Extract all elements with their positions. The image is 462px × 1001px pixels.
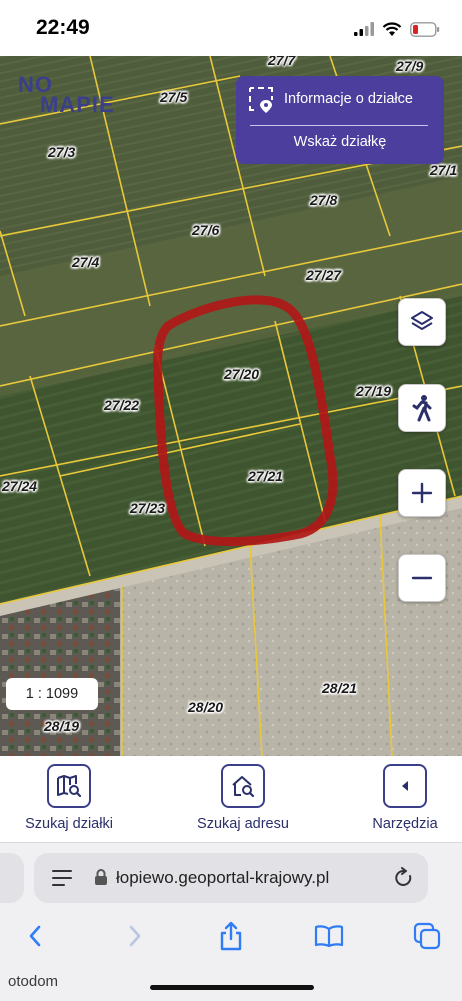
status-bar: 22:49 bbox=[0, 0, 462, 56]
divider bbox=[250, 125, 428, 126]
browser-chrome: łopiewo.geoportal-krajowy.pl otodom bbox=[0, 842, 462, 1001]
status-time: 22:49 bbox=[36, 16, 90, 39]
minus-icon bbox=[411, 576, 433, 580]
parcel-label[interactable]: 27/9 bbox=[396, 58, 423, 74]
parcel-label[interactable]: 27/21 bbox=[248, 468, 283, 484]
parcel-info-button[interactable]: Informacje o działce bbox=[236, 76, 444, 124]
tools-button[interactable]: Narzędzia bbox=[340, 764, 462, 832]
home-row: otodom bbox=[0, 967, 462, 1001]
search-parcel-label: Szukaj działki bbox=[25, 816, 113, 832]
info-title: Informacje o działce bbox=[284, 91, 413, 107]
parcel-label[interactable]: 27/3 bbox=[48, 144, 75, 160]
parcel-label[interactable]: 27/5 bbox=[160, 89, 187, 105]
app-logo: NO MAPIE bbox=[18, 72, 114, 117]
forward-button[interactable] bbox=[118, 919, 152, 953]
streetview-button[interactable] bbox=[398, 384, 446, 432]
previous-tab-edge[interactable] bbox=[0, 853, 24, 903]
tools-label: Narzędzia bbox=[372, 816, 438, 832]
parcel-info-panel: Informacje o działce Wskaż działkę bbox=[236, 76, 444, 164]
point-parcel-link[interactable]: Wskaż działkę bbox=[236, 134, 444, 150]
parcel-label[interactable]: 27/6 bbox=[192, 222, 219, 238]
lock-icon bbox=[95, 869, 107, 885]
browser-nav bbox=[0, 917, 462, 957]
battery-icon bbox=[410, 21, 440, 37]
home-indicator[interactable] bbox=[150, 985, 314, 990]
chevron-left-icon bbox=[29, 925, 41, 947]
layers-icon bbox=[411, 311, 433, 330]
parcel-label[interactable]: 28/20 bbox=[188, 699, 223, 715]
parcel-label[interactable]: 27/19 bbox=[356, 383, 391, 399]
tabs-icon bbox=[413, 922, 441, 950]
share-button[interactable] bbox=[214, 919, 248, 953]
search-address-button[interactable]: Szukaj adresu bbox=[178, 764, 308, 832]
back-button[interactable] bbox=[18, 919, 52, 953]
plus-icon bbox=[411, 482, 433, 504]
layers-button[interactable] bbox=[398, 298, 446, 346]
parcel-label[interactable]: 27/24 bbox=[2, 478, 37, 494]
tabs-button[interactable] bbox=[410, 919, 444, 953]
tools-icon-box bbox=[383, 764, 427, 808]
map-scale: 1 : 1099 bbox=[6, 678, 98, 710]
zoom-out-button[interactable] bbox=[398, 554, 446, 602]
parcel-label[interactable]: 27/23 bbox=[130, 500, 165, 516]
search-address-label: Szukaj adresu bbox=[197, 816, 289, 832]
pedestrian-icon bbox=[412, 395, 432, 422]
book-icon bbox=[314, 925, 344, 948]
parcel-label[interactable]: 27/8 bbox=[310, 192, 337, 208]
parcel-label[interactable]: 28/19 bbox=[44, 718, 79, 734]
address-bar[interactable]: łopiewo.geoportal-krajowy.pl bbox=[34, 853, 428, 903]
reload-icon[interactable] bbox=[394, 867, 414, 889]
share-icon bbox=[220, 921, 242, 951]
search-map-icon-box bbox=[47, 764, 91, 808]
bookmarks-button[interactable] bbox=[312, 919, 346, 953]
signal-icon bbox=[354, 22, 374, 36]
parcel-label[interactable]: 27/7 bbox=[268, 56, 295, 68]
map-search-icon bbox=[57, 775, 82, 798]
zoom-in-button[interactable] bbox=[398, 469, 446, 517]
home-search-icon bbox=[232, 776, 255, 798]
reader-icon[interactable] bbox=[52, 869, 72, 887]
otodom-watermark: otodom bbox=[8, 973, 59, 990]
parcel-label[interactable]: 27/1 bbox=[430, 162, 457, 178]
logo-line2: MAPIE bbox=[40, 92, 115, 117]
search-parcel-button[interactable]: Szukaj działki bbox=[4, 764, 134, 832]
parcel-label[interactable]: 27/20 bbox=[224, 366, 259, 382]
bottom-toolbar: Szukaj działki Szukaj adresu Narzędzia bbox=[0, 756, 462, 842]
select-area-pin-icon bbox=[249, 87, 273, 113]
chevron-right-icon bbox=[129, 925, 141, 947]
url-text[interactable]: łopiewo.geoportal-krajowy.pl bbox=[116, 868, 329, 888]
status-icons bbox=[354, 18, 440, 40]
parcel-label[interactable]: 27/27 bbox=[306, 267, 341, 283]
map-view[interactable]: 27/7 27/9 27/5 27/3 27/1 27/8 27/6 27/4 … bbox=[0, 56, 462, 756]
parcel-label[interactable]: 28/21 bbox=[322, 680, 357, 696]
wifi-icon bbox=[382, 21, 402, 36]
parcel-label[interactable]: 27/4 bbox=[72, 254, 99, 270]
search-home-icon-box bbox=[221, 764, 265, 808]
parcel-label[interactable]: 27/22 bbox=[104, 397, 139, 413]
triangle-left-icon bbox=[402, 781, 408, 791]
